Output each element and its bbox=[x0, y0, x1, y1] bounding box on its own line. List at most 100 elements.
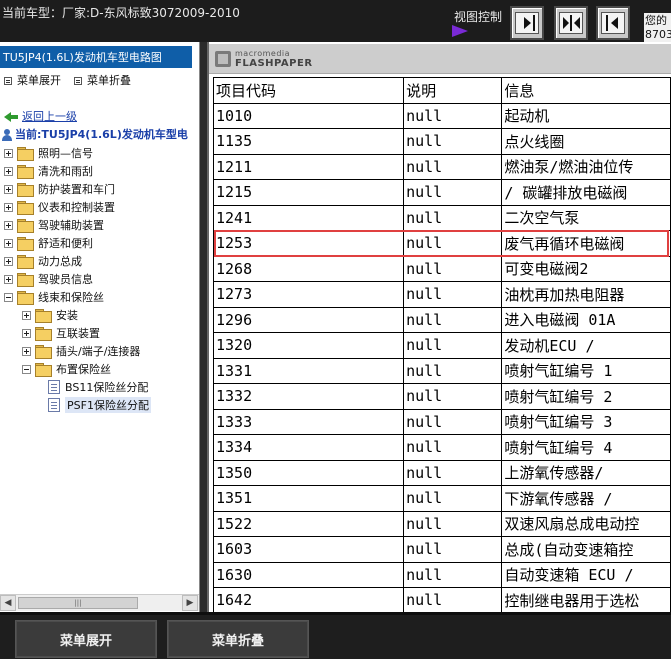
view-split-button[interactable] bbox=[554, 6, 588, 40]
collapse-menu-button[interactable]: 菜单折叠 bbox=[167, 620, 309, 658]
flashpaper-toolbar: macromedia FLASHPAPER bbox=[209, 44, 671, 74]
tree-item-label: 照明—信号 bbox=[38, 147, 93, 160]
tree-item[interactable]: 安装 bbox=[22, 306, 78, 324]
expand-node-icon[interactable] bbox=[22, 346, 31, 356]
view-control-label: 视图控制 bbox=[454, 10, 503, 24]
table-row: 1253 null 废气再循环电磁阀 bbox=[212, 230, 671, 257]
tree-item-label: 线束和保险丝 bbox=[38, 291, 104, 304]
expand-node-icon[interactable] bbox=[4, 166, 13, 176]
tree-item-label: PSF1保险丝分配 bbox=[65, 397, 151, 413]
horizontal-scrollbar[interactable]: ◀ ||| ▶ bbox=[0, 594, 199, 611]
table-row: 1296 null 进入电磁阀 01A bbox=[212, 306, 671, 333]
view-control-arrow-icon[interactable] bbox=[452, 25, 468, 37]
expand-node-icon[interactable] bbox=[4, 184, 13, 194]
panel-title: TU5JP4(1.6L)发动机车型电路图 bbox=[0, 46, 192, 68]
tree-item[interactable]: 照明—信号 bbox=[4, 144, 93, 162]
expand-node-icon[interactable] bbox=[22, 310, 31, 320]
cell-code: 1215 bbox=[212, 179, 405, 206]
tree-item[interactable]: 驾驶员信息 bbox=[4, 270, 93, 288]
tree-item-label: 驾驶员信息 bbox=[38, 273, 93, 286]
top-header: 当前车型：厂家:D-东风标致3072009-2010 视图控制 您的 8703 bbox=[0, 0, 671, 43]
cell-code: 1351 bbox=[212, 485, 405, 512]
collapse-node-icon[interactable] bbox=[4, 292, 13, 302]
folder-icon bbox=[17, 237, 34, 251]
expand-node-icon[interactable] bbox=[4, 148, 13, 158]
tree-item[interactable]: 互联装置 bbox=[22, 324, 100, 342]
cell-description: null bbox=[403, 561, 503, 588]
tree-item[interactable]: 防护装置和车门 bbox=[4, 180, 115, 198]
toolbar-divider bbox=[0, 612, 671, 615]
cell-info: 喷射气缸编号 4 bbox=[501, 434, 671, 461]
header-info: 信息 bbox=[501, 77, 671, 104]
cell-description: null bbox=[403, 128, 503, 155]
back-link[interactable]: 返回上一级 bbox=[4, 108, 77, 124]
expand-node-icon[interactable] bbox=[4, 274, 13, 284]
tree-item-label: 互联装置 bbox=[56, 327, 100, 340]
expand-node-icon[interactable] bbox=[4, 220, 13, 230]
expand-node-icon[interactable] bbox=[4, 238, 13, 248]
scroll-left-icon[interactable]: ◀ bbox=[0, 595, 16, 611]
collapse-menu-icon bbox=[74, 77, 82, 85]
expand-node-icon[interactable] bbox=[4, 256, 13, 266]
table-row: 1331 null 喷射气缸编号 1 bbox=[212, 357, 671, 384]
tree-item[interactable]: 舒适和便利 bbox=[4, 234, 93, 252]
cell-info: 进入电磁阀 01A bbox=[501, 306, 671, 333]
cell-description: null bbox=[403, 153, 503, 180]
cell-description: null bbox=[403, 332, 503, 359]
menu-collapse-link[interactable]: 菜单折叠 bbox=[74, 72, 131, 88]
cell-description: null bbox=[403, 510, 503, 537]
table-row: 1320 null 发动机ECU / bbox=[212, 332, 671, 359]
tree-item-label: 舒适和便利 bbox=[38, 237, 93, 250]
tree-item[interactable]: PSF1保险丝分配 bbox=[40, 396, 151, 414]
cell-description: null bbox=[403, 536, 503, 563]
tree-item[interactable]: 线束和保险丝 bbox=[4, 288, 104, 306]
scroll-right-icon[interactable]: ▶ bbox=[182, 595, 198, 611]
cell-description: null bbox=[403, 230, 503, 257]
user-info-line2: 8703 bbox=[645, 28, 671, 41]
tree-item[interactable]: 插头/端子/连接器 bbox=[22, 342, 140, 360]
tree-item-label: 布置保险丝 bbox=[56, 363, 111, 376]
tree-item[interactable]: 动力总成 bbox=[4, 252, 82, 270]
split-view-icon bbox=[559, 12, 583, 34]
tree-item[interactable]: 清洗和雨刮 bbox=[4, 162, 93, 180]
cell-code: 1135 bbox=[212, 128, 405, 155]
cell-description: null bbox=[403, 459, 503, 486]
expand-menu-button[interactable]: 菜单展开 bbox=[15, 620, 157, 658]
folder-icon bbox=[35, 363, 52, 377]
tree-item-label: 防护装置和车门 bbox=[38, 183, 115, 196]
folder-icon bbox=[17, 183, 34, 197]
cell-code: 1350 bbox=[212, 459, 405, 486]
expand-node-icon[interactable] bbox=[22, 328, 31, 338]
collapse-node-icon[interactable] bbox=[22, 364, 31, 374]
cell-description: null bbox=[403, 255, 503, 282]
expand-node-icon[interactable] bbox=[4, 202, 13, 212]
table-row: 1211 null 燃油泵/燃油油位传 bbox=[212, 153, 671, 180]
cell-info: 控制继电器用于选松 bbox=[501, 587, 671, 614]
tree-item[interactable]: 仪表和控制装置 bbox=[4, 198, 115, 216]
menu-expand-link[interactable]: 菜单展开 bbox=[4, 72, 61, 88]
cell-code: 1332 bbox=[212, 383, 405, 410]
tree-item[interactable]: 布置保险丝 bbox=[22, 360, 111, 378]
cell-description: null bbox=[403, 408, 503, 435]
brand-large: FLASHPAPER bbox=[235, 58, 313, 69]
view-right-panel-button[interactable] bbox=[596, 6, 630, 40]
cell-code: 1630 bbox=[212, 561, 405, 588]
navigation-panel: TU5JP4(1.6L)发动机车型电路图 菜单展开 菜单折叠 返回上一级 当前:… bbox=[0, 42, 200, 612]
table-row: 1241 null 二次空气泵 bbox=[212, 204, 671, 231]
cell-info: 喷射气缸编号 2 bbox=[501, 383, 671, 410]
tree-item[interactable]: BS11保险丝分配 bbox=[40, 378, 148, 396]
document-icon bbox=[48, 398, 60, 412]
view-left-panel-button[interactable] bbox=[510, 6, 544, 40]
table-row: 1334 null 喷射气缸编号 4 bbox=[212, 434, 671, 461]
cell-info: 起动机 bbox=[501, 102, 671, 129]
cell-code: 1253 bbox=[212, 230, 405, 257]
cell-code: 1603 bbox=[212, 536, 405, 563]
cell-code: 1296 bbox=[212, 306, 405, 333]
cell-code: 1211 bbox=[212, 153, 405, 180]
tree-item[interactable]: 驾驶辅助装置 bbox=[4, 216, 104, 234]
cell-description: null bbox=[403, 485, 503, 512]
table-row: 1642 null 控制继电器用于选松 bbox=[212, 587, 671, 614]
cell-code: 1320 bbox=[212, 332, 405, 359]
folder-icon bbox=[35, 309, 52, 323]
scroll-thumb[interactable]: ||| bbox=[18, 597, 138, 609]
